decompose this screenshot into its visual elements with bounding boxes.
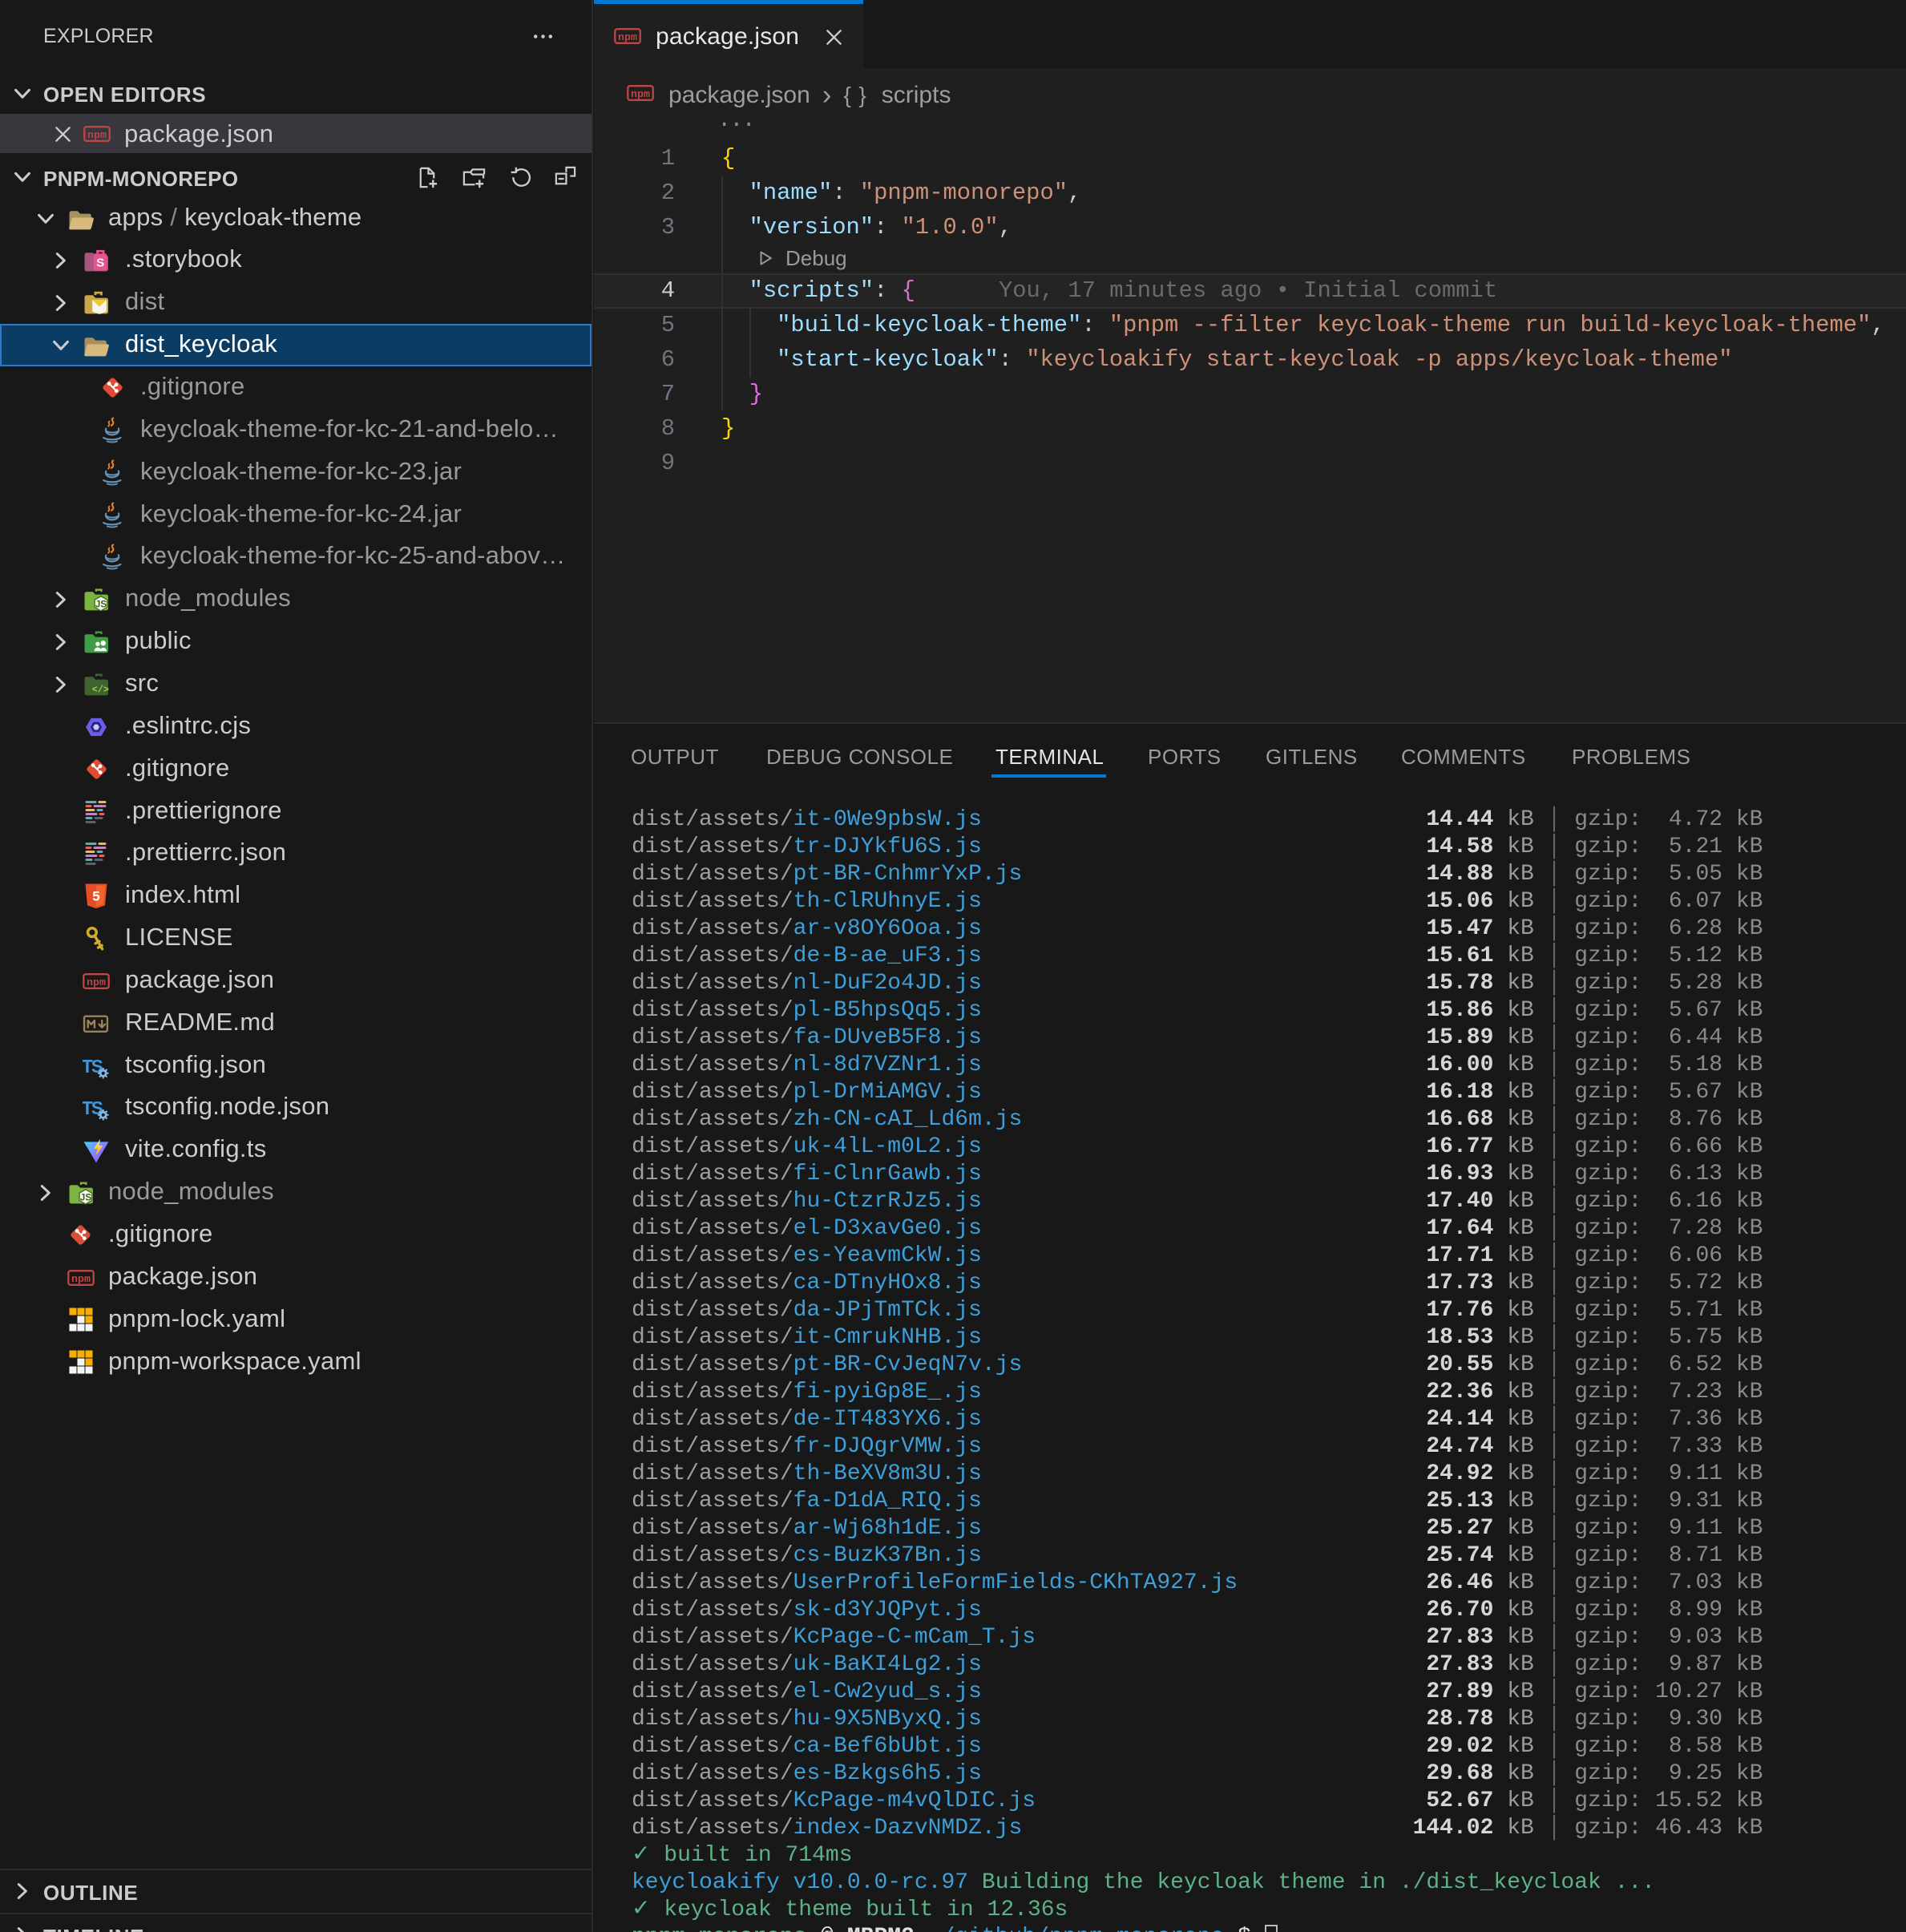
svg-text:npm: npm xyxy=(87,129,107,141)
svg-text:5: 5 xyxy=(92,889,99,904)
svg-text:npm: npm xyxy=(618,31,637,43)
svg-text:npm: npm xyxy=(71,1273,91,1285)
svg-text:npm: npm xyxy=(87,976,106,988)
svg-text:npm: npm xyxy=(631,88,650,100)
svg-text:</>: </> xyxy=(92,685,109,696)
svg-text:S: S xyxy=(96,257,104,270)
svg-text:JS: JS xyxy=(95,599,107,609)
svg-text:JS: JS xyxy=(80,1192,92,1202)
